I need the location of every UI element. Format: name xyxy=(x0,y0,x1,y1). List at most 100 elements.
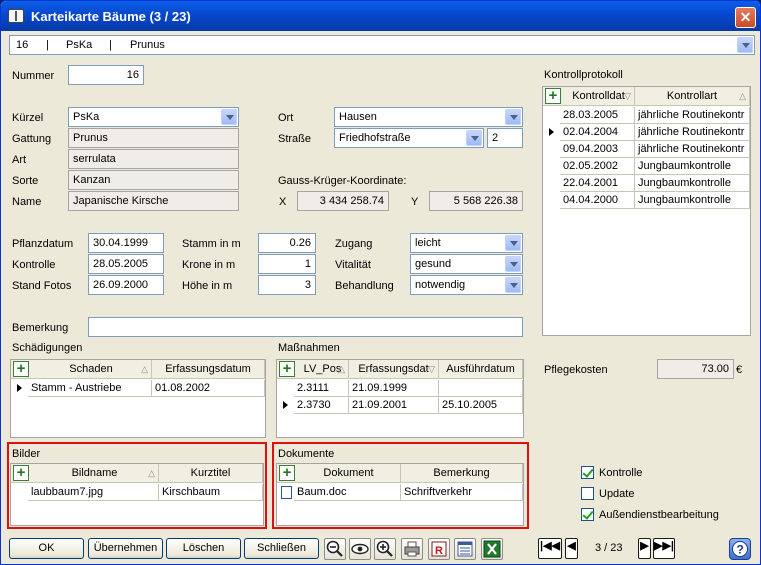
table-cell: 02.05.2002 xyxy=(560,158,635,175)
hoehe-field[interactable]: 3 xyxy=(258,275,316,295)
report-icon[interactable]: R xyxy=(428,538,450,560)
loeschen-button[interactable]: Löschen xyxy=(166,538,241,559)
table-cell: jährliche Routinekontr xyxy=(635,124,750,141)
name-field: Japanische Kirsche xyxy=(68,191,239,211)
chevron-down-icon[interactable] xyxy=(505,235,521,251)
title-bar[interactable]: Karteikarte Bäume (3 / 23) ✕ xyxy=(1,1,760,31)
schaedigungen-grid[interactable]: + Schaden △ Erfassungsdatum Stamm - Austr… xyxy=(10,359,266,438)
stamm-field[interactable]: 0.26 xyxy=(258,233,316,253)
kontrolle-label: Kontrolle xyxy=(12,259,56,271)
first-record-button[interactable]: |◀◀ xyxy=(538,538,562,559)
column-header[interactable]: Ausführdatum xyxy=(439,360,523,379)
form-icon[interactable] xyxy=(454,538,476,560)
kuerzel-label: Kürzel xyxy=(12,112,44,124)
zugang-combo[interactable]: leicht xyxy=(410,233,523,253)
pflanzdatum-field[interactable]: 30.04.1999 xyxy=(88,233,164,253)
print-icon[interactable] xyxy=(401,538,423,560)
column-header[interactable]: Erfassungsdatum xyxy=(152,360,265,379)
strasse-combo[interactable]: Friedhofstraße xyxy=(334,128,484,148)
nummer-field[interactable]: 16 xyxy=(68,65,144,85)
table-cell: jährliche Routinekontr xyxy=(635,141,750,158)
bemerkung-field[interactable] xyxy=(88,317,523,337)
grid-header: + Schaden △ Erfassungsdatum xyxy=(11,360,265,379)
zoom-in-icon[interactable] xyxy=(374,538,396,560)
bilder-grid[interactable]: + Bildname △ Kurztitel laubbaum7.jpg Kirs… xyxy=(10,463,264,526)
table-cell: 04.04.2000 xyxy=(560,192,635,209)
record-kuerzel: PsKa xyxy=(66,39,93,51)
column-header[interactable]: LV_Pos △ xyxy=(297,360,349,379)
column-header[interactable]: Bemerkung xyxy=(401,464,523,483)
ok-button[interactable]: OK xyxy=(9,538,84,559)
pflegekosten-field: 73.00 xyxy=(657,359,734,379)
add-icon[interactable]: + xyxy=(545,88,561,104)
grid-header: + Bildname △ Kurztitel xyxy=(11,464,263,483)
update-checkbox-label: Update xyxy=(599,488,635,500)
uebernehmen-button[interactable]: Übernehmen xyxy=(88,538,163,559)
kontrolle-field[interactable]: 28.05.2005 xyxy=(88,254,164,274)
aussendienst-checkbox-label: Außendienstbearbeitung xyxy=(599,509,719,521)
chevron-down-icon[interactable] xyxy=(737,37,753,53)
massnahmen-grid[interactable]: + LV_Pos △ Erfassungsdat ▽ Ausführdatum 2.… xyxy=(276,359,524,438)
hausnummer-field[interactable]: 2 xyxy=(487,128,523,148)
main-window: Karteikarte Bäume (3 / 23) ✕ 16 | PsKa |… xyxy=(0,0,761,565)
column-header[interactable]: Erfassungsdat ▽ xyxy=(349,360,439,379)
chevron-down-icon[interactable] xyxy=(505,256,521,272)
eye-icon[interactable] xyxy=(349,538,371,560)
kuerzel-combo[interactable]: PsKa xyxy=(68,107,239,127)
table-cell: laubbaum7.jpg xyxy=(28,484,159,501)
ort-label: Ort xyxy=(278,112,294,124)
column-header[interactable]: Kontrolldat ▽ xyxy=(563,87,635,106)
add-icon[interactable]: + xyxy=(13,465,29,481)
vitalitaet-combo[interactable]: gesund xyxy=(410,254,523,274)
chevron-down-icon[interactable] xyxy=(466,130,482,146)
nummer-label: Nummer xyxy=(12,70,55,82)
aussendienst-checkbox[interactable] xyxy=(581,508,594,521)
gattung-label: Gattung xyxy=(12,133,52,145)
excel-icon[interactable] xyxy=(481,538,503,560)
standfotos-field[interactable]: 26.09.2000 xyxy=(88,275,164,295)
grid-header: + Dokument Bemerkung xyxy=(277,464,523,483)
chevron-down-icon[interactable] xyxy=(221,109,237,125)
help-icon[interactable]: ? xyxy=(729,538,751,560)
update-checkbox[interactable] xyxy=(581,487,594,500)
column-header[interactable]: Dokument xyxy=(297,464,401,483)
behandlung-combo[interactable]: notwendig xyxy=(410,275,523,295)
kuerzel-value: PsKa xyxy=(73,111,100,123)
zoom-out-icon[interactable] xyxy=(324,538,346,560)
add-icon[interactable]: + xyxy=(279,465,295,481)
bemerkung-label: Bemerkung xyxy=(12,322,69,334)
sorte-label: Sorte xyxy=(12,175,39,187)
sort-icon: △ xyxy=(148,468,155,478)
chevron-down-icon[interactable] xyxy=(505,109,521,125)
previous-record-button[interactable]: ◀ xyxy=(565,538,578,559)
krone-field[interactable]: 1 xyxy=(258,254,316,274)
bilder-label: Bilder xyxy=(12,448,41,460)
table-cell: Schriftverkehr xyxy=(401,484,523,501)
last-record-button[interactable]: ▶▶| xyxy=(653,538,675,559)
close-button[interactable]: ✕ xyxy=(735,7,756,28)
kontrolle-checkbox[interactable] xyxy=(581,466,594,479)
column-header[interactable]: Bildname △ xyxy=(31,464,159,483)
schliessen-button[interactable]: Schließen xyxy=(244,538,319,559)
chevron-down-icon[interactable] xyxy=(505,277,521,293)
gk-label: Gauss-Krüger-Koordinate: xyxy=(278,175,407,187)
dokumente-grid[interactable]: + Dokument Bemerkung Baum.doc Schriftver… xyxy=(276,463,524,526)
kontrollprotokoll-grid[interactable]: + Kontrolldat ▽ Kontrollart △ 28.03.2005 j… xyxy=(542,86,751,336)
add-icon[interactable]: + xyxy=(279,361,295,377)
art-label: Art xyxy=(12,154,27,166)
table-cell: Jungbaumkontrolle xyxy=(635,158,750,175)
add-icon[interactable]: + xyxy=(13,361,29,377)
next-record-button[interactable]: ▶ xyxy=(638,538,651,559)
column-header[interactable]: Kurztitel xyxy=(159,464,263,483)
column-header[interactable]: Schaden △ xyxy=(31,360,152,379)
table-cell: Kirschbaum xyxy=(159,484,263,501)
record-selector[interactable]: 16 | PsKa | Prunus xyxy=(9,35,755,55)
strasse-value: Friedhofstraße xyxy=(339,132,411,144)
record-separator: | xyxy=(46,39,49,51)
column-header[interactable]: Kontrollart △ xyxy=(635,87,750,106)
row-selector-icon xyxy=(17,384,22,392)
ort-combo[interactable]: Hausen xyxy=(334,107,523,127)
y-coordinate-field: 5 568 226.38 xyxy=(429,191,523,211)
word-document-icon xyxy=(281,486,292,499)
table-cell: 21.09.1999 xyxy=(349,380,439,397)
